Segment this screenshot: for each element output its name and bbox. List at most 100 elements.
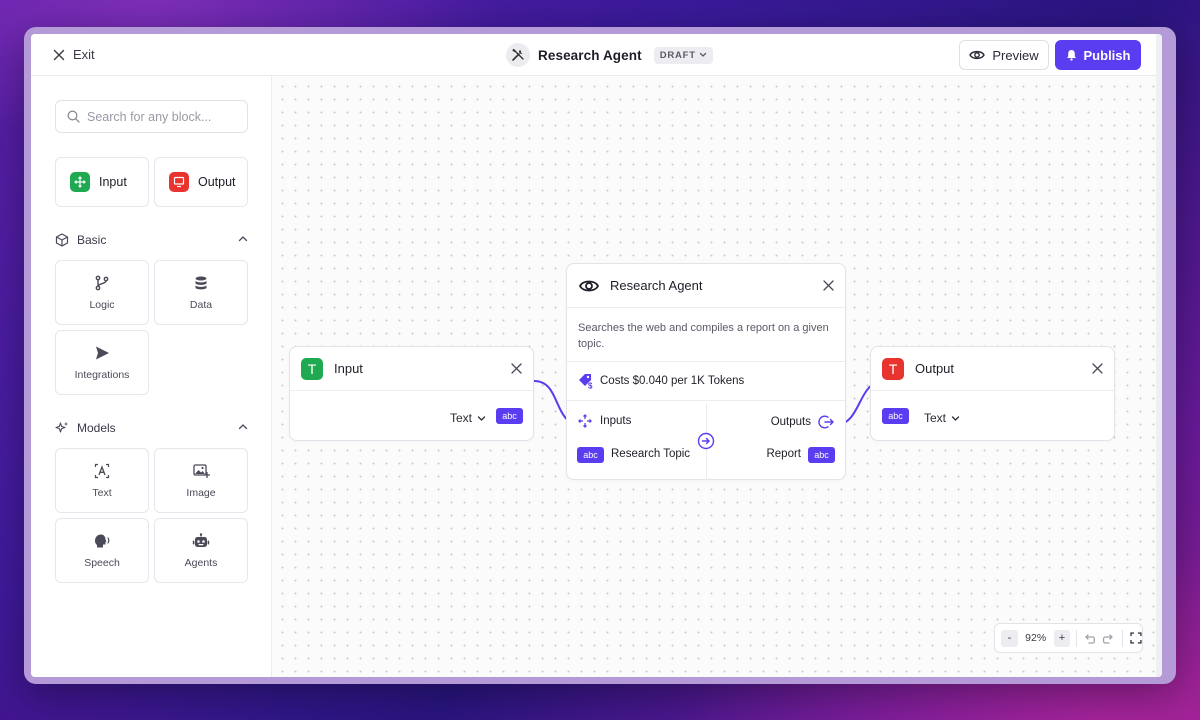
publish-button[interactable]: Publish	[1055, 40, 1141, 70]
status-badge-label: DRAFT	[659, 49, 696, 61]
zoom-divider	[1076, 629, 1078, 647]
agent-node-title: Research Agent	[610, 278, 703, 293]
sidebar-block-logic-label: Logic	[89, 298, 115, 311]
chevron-down-icon	[951, 415, 960, 421]
close-icon	[53, 49, 65, 60]
sidebar-block-agents[interactable]: Agents	[154, 518, 248, 583]
undo-icon[interactable]	[1083, 632, 1096, 645]
fullscreen-icon[interactable]	[1130, 632, 1142, 644]
image-plus-icon	[192, 463, 210, 478]
zoom-in-button[interactable]: +	[1053, 629, 1071, 647]
output-node-header: T Output	[871, 347, 1114, 391]
input-node[interactable]: T Input Text abc	[289, 346, 534, 441]
sparkles-icon	[55, 421, 69, 433]
sidebar-block-logic[interactable]: Logic	[55, 260, 149, 325]
section-models-label: Models	[77, 421, 116, 435]
price-tag-icon: $	[579, 374, 593, 390]
sidebar-block-output-label: Output	[198, 175, 236, 189]
agent-cost-text: Costs $0.040 per 1K Tokens	[600, 375, 745, 387]
robot-icon	[192, 532, 210, 547]
send-icon	[96, 346, 109, 359]
agent-input-handle[interactable]: abc	[577, 447, 604, 463]
output-input-handle[interactable]: abc	[882, 408, 909, 424]
top-bar: Exit Research Agent DRAFT Preview Publis…	[31, 34, 1162, 76]
zoom-controls: - 92% +	[994, 623, 1143, 653]
output-type-label: Text	[924, 411, 947, 425]
agent-description: Searches the web and compiles a report o…	[567, 308, 845, 362]
sidebar-block-image[interactable]: Image	[154, 448, 248, 513]
chevron-up-icon	[238, 424, 248, 430]
input-type-label: Text	[450, 411, 473, 425]
input-output-handle[interactable]: abc	[496, 408, 523, 424]
preview-label: Preview	[992, 47, 1039, 63]
monitor-icon	[169, 172, 189, 192]
sidebar-block-integrations[interactable]: Integrations	[55, 330, 149, 395]
cube-icon	[55, 233, 69, 247]
app-content: Exit Research Agent DRAFT Preview Publis…	[31, 34, 1162, 677]
block-sidebar: Input Output Basic Logic Data	[31, 76, 272, 677]
agent-inputs-label: Inputs	[600, 415, 632, 427]
agent-output-handle[interactable]: abc	[808, 447, 835, 463]
sidebar-block-integrations-label: Integrations	[74, 368, 130, 381]
exit-button[interactable]: Exit	[53, 47, 95, 62]
page-title: Research Agent	[538, 47, 642, 63]
section-basic-header[interactable]: Basic	[55, 233, 248, 247]
sidebar-block-speech[interactable]: Speech	[55, 518, 149, 583]
text-model-icon	[94, 463, 110, 478]
sidebar-block-data[interactable]: Data	[154, 260, 248, 325]
agent-output-field-label: Report	[766, 448, 801, 460]
move-arrows-icon	[578, 414, 592, 428]
sidebar-block-text[interactable]: Text	[55, 448, 149, 513]
chevron-up-icon	[238, 236, 248, 242]
input-move-icon	[70, 172, 90, 192]
redo-icon[interactable]	[1102, 632, 1115, 645]
app-window: Exit Research Agent DRAFT Preview Publis…	[24, 27, 1176, 684]
database-icon	[195, 276, 207, 289]
research-agent-node[interactable]: Research Agent Searches the web and comp…	[566, 263, 846, 480]
output-node[interactable]: T Output abc Text	[870, 346, 1115, 441]
sidebar-block-data-label: Data	[189, 298, 213, 311]
close-icon[interactable]	[511, 363, 522, 374]
close-icon[interactable]	[823, 280, 834, 291]
output-type-select[interactable]: Text	[924, 411, 960, 425]
block-search	[55, 100, 248, 133]
sidebar-block-output[interactable]: Output	[154, 157, 248, 207]
logout-icon	[818, 415, 834, 429]
output-node-title: Output	[915, 361, 955, 376]
zoom-level: 92%	[1025, 632, 1047, 644]
speech-icon	[95, 534, 110, 547]
sidebar-block-input-label: Input	[99, 175, 127, 189]
input-type-select[interactable]: Text	[450, 411, 486, 425]
agent-node-header: Research Agent	[567, 264, 845, 308]
close-icon[interactable]	[1092, 363, 1103, 374]
eye-icon	[969, 50, 986, 60]
chevron-down-icon	[699, 52, 707, 57]
sidebar-block-speech-label: Speech	[84, 556, 120, 569]
input-node-title: Input	[334, 361, 363, 376]
exit-label: Exit	[73, 47, 95, 62]
search-icon	[67, 110, 80, 123]
status-badge[interactable]: DRAFT	[653, 46, 713, 64]
sidebar-block-input[interactable]: Input	[55, 157, 149, 207]
text-letter-icon: T	[301, 357, 323, 380]
agent-inputs-header: Inputs	[578, 414, 631, 428]
sidebar-block-image-label: Image	[186, 486, 216, 499]
chevron-down-icon	[477, 415, 486, 421]
git-branch-icon	[95, 275, 109, 290]
window-scrollbar[interactable]	[1156, 34, 1162, 677]
section-models-header[interactable]: Models	[55, 421, 248, 435]
flow-canvas[interactable]: T Input Text abc Research Agent Searches…	[272, 76, 1156, 677]
svg-text:$: $	[588, 382, 593, 390]
preview-button[interactable]: Preview	[959, 40, 1049, 70]
agent-outputs-label: Outputs	[770, 416, 811, 428]
sidebar-block-text-label: Text	[92, 486, 112, 499]
agent-cost-row: $ Costs $0.040 per 1K Tokens	[567, 362, 845, 401]
eye-icon	[579, 280, 599, 291]
zoom-out-button[interactable]: -	[1001, 629, 1018, 647]
arrow-circle-right-icon[interactable]	[697, 432, 715, 450]
input-node-header: T Input	[290, 347, 533, 391]
zoom-divider	[1122, 629, 1124, 647]
search-input[interactable]	[87, 109, 237, 124]
section-basic-label: Basic	[77, 233, 107, 247]
bell-icon	[1066, 50, 1076, 61]
